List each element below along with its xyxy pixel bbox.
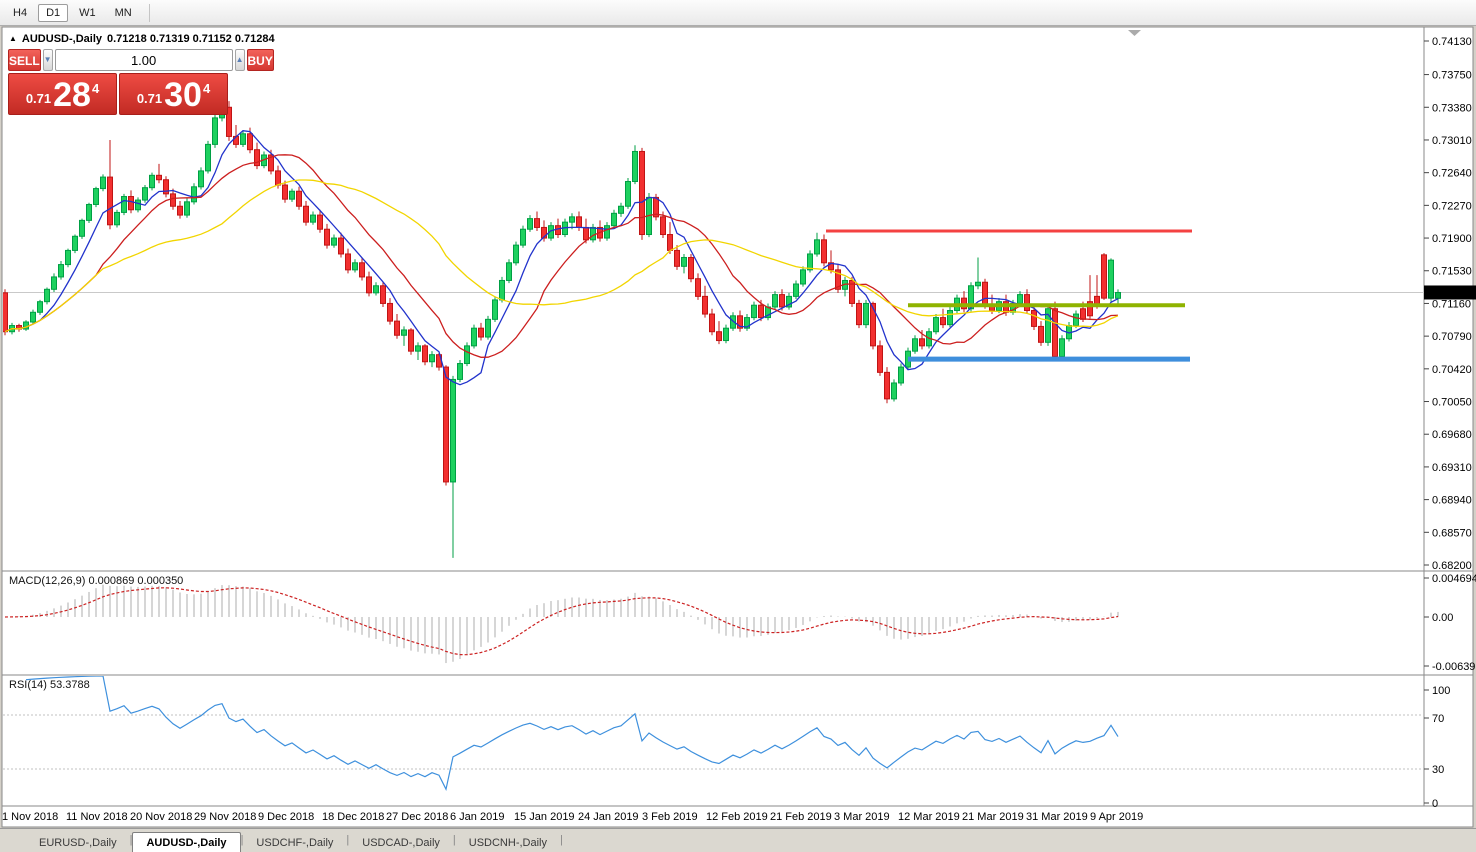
svg-text:0.68200: 0.68200 bbox=[1432, 560, 1472, 572]
macd-label: MACD(12,26,9) 0.000869 0.000350 bbox=[9, 575, 183, 587]
one-click-trade-panel: SELL ▼ ▲ BUY 0.71 28 4 0.71 30 4 bbox=[8, 49, 229, 115]
svg-text:0.71900: 0.71900 bbox=[1432, 233, 1472, 245]
svg-text:0.73750: 0.73750 bbox=[1432, 70, 1472, 82]
svg-text:0.70050: 0.70050 bbox=[1432, 397, 1472, 409]
collapse-triangle-icon[interactable]: ▲ bbox=[9, 35, 17, 43]
svg-text:0.68940: 0.68940 bbox=[1432, 495, 1472, 507]
buy-button[interactable]: BUY bbox=[247, 49, 274, 71]
svg-text:21 Mar 2019: 21 Mar 2019 bbox=[962, 811, 1024, 823]
timeframe-toolbar: H4 D1 W1 MN bbox=[0, 0, 1476, 26]
svg-text:0: 0 bbox=[1432, 798, 1438, 810]
trading-app: { "toolbar": {"items": [ {"label": "H4",… bbox=[0, 0, 1476, 852]
svg-text:3 Feb 2019: 3 Feb 2019 bbox=[642, 811, 698, 823]
svg-text:31 Mar 2019: 31 Mar 2019 bbox=[1026, 811, 1088, 823]
symbol-tabbar: EURUSD-,Daily | AUDUSD-,Daily | USDCHF-,… bbox=[0, 828, 1476, 852]
timeframe-mn-button[interactable]: MN bbox=[107, 4, 140, 22]
ohlc-values: 0.71218 0.71319 0.71152 0.71284 bbox=[107, 33, 275, 45]
toolbar-separator bbox=[149, 4, 150, 22]
sell-price-box[interactable]: 0.71 28 4 bbox=[8, 73, 117, 115]
date-axis[interactable]: 1 Nov 2018 11 Nov 201820 Nov 201829 Nov 2… bbox=[2, 811, 1143, 823]
volume-decrease-button[interactable]: ▼ bbox=[43, 49, 53, 71]
current-price-tag-text: 0.71284 bbox=[1428, 287, 1468, 299]
svg-text:9 Dec 2018: 9 Dec 2018 bbox=[258, 811, 314, 823]
svg-text:24 Jan 2019: 24 Jan 2019 bbox=[578, 811, 639, 823]
buy-price-prefix: 0.71 bbox=[137, 91, 162, 106]
svg-text:0.71160: 0.71160 bbox=[1432, 298, 1471, 310]
svg-text:30: 30 bbox=[1432, 764, 1444, 776]
tab-eurusd[interactable]: EURUSD-,Daily bbox=[26, 833, 130, 852]
svg-text:9 Apr 2019: 9 Apr 2019 bbox=[1090, 811, 1143, 823]
macd-name: MACD(12,26,9) bbox=[9, 575, 85, 587]
symbol-period-label: AUDUSD-,Daily bbox=[22, 33, 102, 45]
svg-text:0.72640: 0.72640 bbox=[1432, 168, 1472, 180]
rsi-label: RSI(14) 53.3788 bbox=[9, 679, 90, 691]
volume-input[interactable] bbox=[55, 49, 233, 71]
svg-text:6 Jan 2019: 6 Jan 2019 bbox=[450, 811, 504, 823]
buy-price-box[interactable]: 0.71 30 4 bbox=[119, 73, 228, 115]
timeframe-w1-button[interactable]: W1 bbox=[71, 4, 104, 22]
rsi-name: RSI(14) bbox=[9, 679, 47, 691]
svg-text:18 Dec 2018: 18 Dec 2018 bbox=[322, 811, 384, 823]
svg-text:11 Nov 2018: 11 Nov 2018 bbox=[66, 811, 128, 823]
svg-text:-0.00639: -0.00639 bbox=[1432, 661, 1475, 673]
svg-text:27 Dec 2018: 27 Dec 2018 bbox=[386, 811, 448, 823]
chart-canvas[interactable]: 0.74130 0.73750 0.73380 0.73010 0.72640 0.722… bbox=[0, 0, 1476, 852]
tab-separator: | bbox=[560, 834, 563, 846]
svg-text:0.71530: 0.71530 bbox=[1432, 266, 1472, 278]
svg-text:0.68570: 0.68570 bbox=[1432, 527, 1472, 539]
svg-text:12 Feb 2019: 12 Feb 2019 bbox=[706, 811, 768, 823]
tab-usdchf[interactable]: USDCHF-,Daily bbox=[243, 833, 346, 852]
tab-usdcad[interactable]: USDCAD-,Daily bbox=[349, 833, 453, 852]
sell-button[interactable]: SELL bbox=[8, 49, 41, 71]
svg-text:1 Nov 2018: 1 Nov 2018 bbox=[2, 811, 58, 823]
svg-text:0.74130: 0.74130 bbox=[1432, 36, 1472, 48]
svg-text:0.00: 0.00 bbox=[1432, 612, 1453, 624]
tab-audusd[interactable]: AUDUSD-,Daily bbox=[132, 832, 240, 852]
svg-text:0.70790: 0.70790 bbox=[1432, 331, 1472, 343]
sell-price-big: 28 bbox=[53, 81, 91, 111]
tab-usdcnh[interactable]: USDCNH-,Daily bbox=[456, 833, 560, 852]
volume-increase-button[interactable]: ▲ bbox=[235, 49, 245, 71]
svg-text:100: 100 bbox=[1432, 685, 1450, 697]
svg-text:0.004694: 0.004694 bbox=[1432, 573, 1476, 585]
svg-text:70: 70 bbox=[1432, 713, 1444, 725]
svg-text:0.69680: 0.69680 bbox=[1432, 429, 1472, 441]
macd-current-values: 0.000869 0.000350 bbox=[88, 575, 183, 587]
svg-text:3 Mar 2019: 3 Mar 2019 bbox=[834, 811, 890, 823]
svg-text:20 Nov 2018: 20 Nov 2018 bbox=[130, 811, 192, 823]
timeframe-h4-button[interactable]: H4 bbox=[5, 4, 35, 22]
svg-text:29 Nov 2018: 29 Nov 2018 bbox=[194, 811, 256, 823]
svg-text:0.70420: 0.70420 bbox=[1432, 364, 1472, 376]
svg-text:21 Feb 2019: 21 Feb 2019 bbox=[770, 811, 832, 823]
sell-price-prefix: 0.71 bbox=[26, 91, 51, 106]
svg-text:15 Jan 2019: 15 Jan 2019 bbox=[514, 811, 575, 823]
svg-text:0.72270: 0.72270 bbox=[1432, 200, 1472, 212]
svg-text:0.69310: 0.69310 bbox=[1432, 462, 1472, 474]
svg-text:0.73010: 0.73010 bbox=[1432, 135, 1472, 147]
chart-title: ▲ AUDUSD-,Daily 0.71218 0.71319 0.71152 … bbox=[9, 33, 275, 45]
buy-price-pipette: 4 bbox=[203, 81, 210, 96]
rsi-current-value: 53.3788 bbox=[50, 679, 90, 691]
sell-price-pipette: 4 bbox=[92, 81, 99, 96]
svg-text:12 Mar 2019: 12 Mar 2019 bbox=[898, 811, 960, 823]
timeframe-d1-button[interactable]: D1 bbox=[38, 4, 68, 22]
svg-text:0.73380: 0.73380 bbox=[1432, 102, 1472, 114]
buy-price-big: 30 bbox=[164, 81, 202, 111]
